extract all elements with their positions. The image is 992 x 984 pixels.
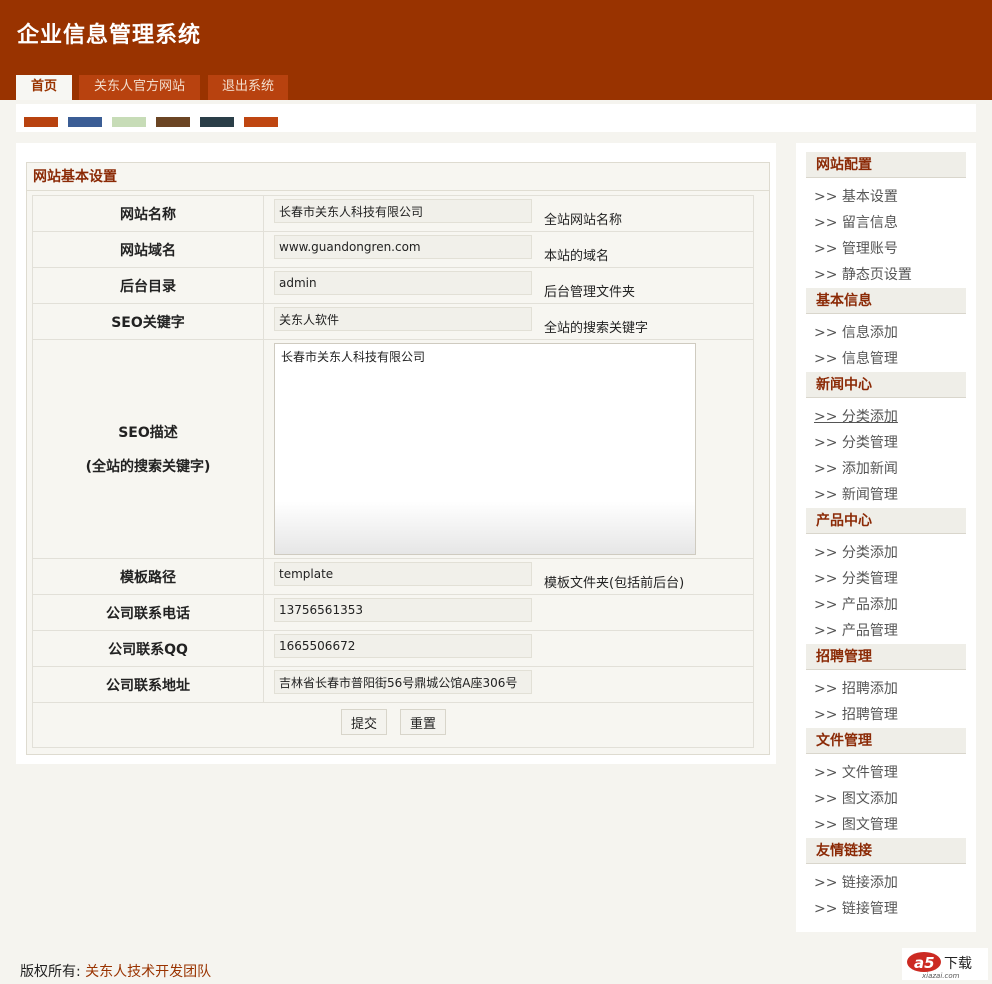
sidebar-link-product-manage[interactable]: >> 产品管理 [814,620,898,640]
sidebar-link-job-add[interactable]: >> 招聘添加 [814,678,898,698]
seo-keywords-input[interactable] [274,307,532,331]
main-panel: 网站基本设置 网站名称 全站网站名称 网站域名 本站的域名 后台目录 [16,143,776,764]
logo-url: xiazai.com [921,972,960,980]
field-hint: 模板文件夹(包括前后台) [544,576,685,591]
sidebar-section-links: 友情链接 [806,838,966,864]
field-label: SEO关键字 [32,303,264,340]
sidebar-link-news-category-add[interactable]: >> 分类添加 [814,406,898,426]
template-path-input[interactable] [274,562,532,586]
field-hint: 全站网站名称 [544,213,623,228]
field-hint: 后台管理文件夹 [544,285,636,300]
sidebar-link-product-category-manage[interactable]: >> 分类管理 [814,568,898,588]
settings-box: 网站基本设置 网站名称 全站网站名称 网站域名 本站的域名 后台目录 [26,162,770,755]
sidebar-link-file-manage[interactable]: >> 文件管理 [814,762,898,782]
submit-button[interactable]: 提交 [341,709,387,735]
sidebar-link-image-text-manage[interactable]: >> 图文管理 [814,814,898,834]
theme-swatch[interactable] [24,117,58,127]
reset-button[interactable]: 重置 [400,709,446,735]
panel-title: 网站基本设置 [33,169,117,185]
sidebar-link-messages[interactable]: >> 留言信息 [814,212,898,232]
sidebar-link-info-manage[interactable]: >> 信息管理 [814,348,898,368]
divider [27,190,769,191]
team-link[interactable]: 关东人技术开发团队 [85,964,211,980]
sidebar-link-basic-settings[interactable]: >> 基本设置 [814,186,898,206]
copyright-label: 版权所有: [20,964,81,980]
field-sublabel: (全站的搜索关键字) [85,459,211,475]
form-row: SEO关键字 全站的搜索关键字 [32,303,754,340]
theme-swatch-bar [16,104,976,132]
sidebar-link-info-add[interactable]: >> 信息添加 [814,322,898,342]
field-hint: 本站的域名 [544,249,610,264]
tab-home[interactable]: 首页 [16,75,72,100]
sidebar-link-friend-link-add[interactable]: >> 链接添加 [814,872,898,892]
sidebar-link-news-add[interactable]: >> 添加新闻 [814,458,898,478]
app-title: 企业信息管理系统 [17,23,202,48]
theme-swatch[interactable] [244,117,278,127]
sidebar-link-image-text-add[interactable]: >> 图文添加 [814,788,898,808]
sidebar-link-job-manage[interactable]: >> 招聘管理 [814,704,898,724]
field-label: 网站名称 [32,195,264,232]
field-label: 网站域名 [32,231,264,268]
sidebar-section-news: 新闻中心 [806,372,966,398]
site-name-input[interactable] [274,199,532,223]
sidebar-section-basic-info: 基本信息 [806,288,966,314]
footer-copyright: 版权所有: 关东人技术开发团队 [20,961,211,981]
logo-text: 下载 [944,956,972,972]
form-row: 网站名称 全站网站名称 [32,195,754,232]
admin-dir-input[interactable] [274,271,532,295]
tab-logout[interactable]: 退出系统 [208,75,288,100]
field-label: 模板路径 [32,558,264,595]
brand-logo[interactable]: a5 下载 xiazai.com [902,948,988,980]
sidebar-link-product-add[interactable]: >> 产品添加 [814,594,898,614]
company-address-input[interactable] [274,670,532,694]
settings-form: 网站名称 全站网站名称 网站域名 本站的域名 后台目录 后台管理文件夹 [32,195,754,748]
sidebar-link-news-manage[interactable]: >> 新闻管理 [814,484,898,504]
field-label: 公司联系地址 [32,666,264,703]
form-row: SEO描述 (全站的搜索关键字) 长春市关东人科技有限公司 [32,339,754,559]
company-phone-input[interactable] [274,598,532,622]
form-row: 公司联系QQ [32,630,754,667]
field-label: SEO描述 [118,425,178,441]
theme-swatch[interactable] [156,117,190,127]
field-hint: 全站的搜索关键字 [544,321,649,336]
field-label: 公司联系QQ [32,630,264,667]
sidebar-section-site-config: 网站配置 [806,152,966,178]
logo-mark: a5 [914,954,935,972]
field-label: 公司联系电话 [32,594,264,631]
theme-swatch[interactable] [68,117,102,127]
sidebar-section-recruitment: 招聘管理 [806,644,966,670]
sidebar-section-products: 产品中心 [806,508,966,534]
form-row: 模板路径 模板文件夹(包括前后台) [32,558,754,595]
form-row: 公司联系地址 [32,666,754,703]
site-domain-input[interactable] [274,235,532,259]
app-header: 企业信息管理系统 首页 关东人官方网站 退出系统 [0,0,992,100]
sidebar-link-static-pages[interactable]: >> 静态页设置 [814,264,912,284]
a5-logo-icon: a5 下载 xiazai.com [907,952,972,980]
sidebar-link-admin-accounts[interactable]: >> 管理账号 [814,238,898,258]
theme-swatch[interactable] [200,117,234,127]
sidebar-link-product-category-add[interactable]: >> 分类添加 [814,542,898,562]
sidebar-link-news-category-manage[interactable]: >> 分类管理 [814,432,898,452]
seo-description-textarea[interactable]: 长春市关东人科技有限公司 [274,343,696,555]
company-qq-input[interactable] [274,634,532,658]
theme-swatch[interactable] [112,117,146,127]
sidebar: 网站配置 >> 基本设置 >> 留言信息 >> 管理账号 >> 静态页设置 基本… [796,143,976,932]
field-label: 后台目录 [32,267,264,304]
tab-official-site[interactable]: 关东人官方网站 [79,75,200,100]
form-row: 网站域名 本站的域名 [32,231,754,268]
form-row: 后台目录 后台管理文件夹 [32,267,754,304]
sidebar-section-files: 文件管理 [806,728,966,754]
sidebar-link-friend-link-manage[interactable]: >> 链接管理 [814,898,898,918]
form-actions-row: 提交 重置 [32,702,754,748]
form-row: 公司联系电话 [32,594,754,631]
